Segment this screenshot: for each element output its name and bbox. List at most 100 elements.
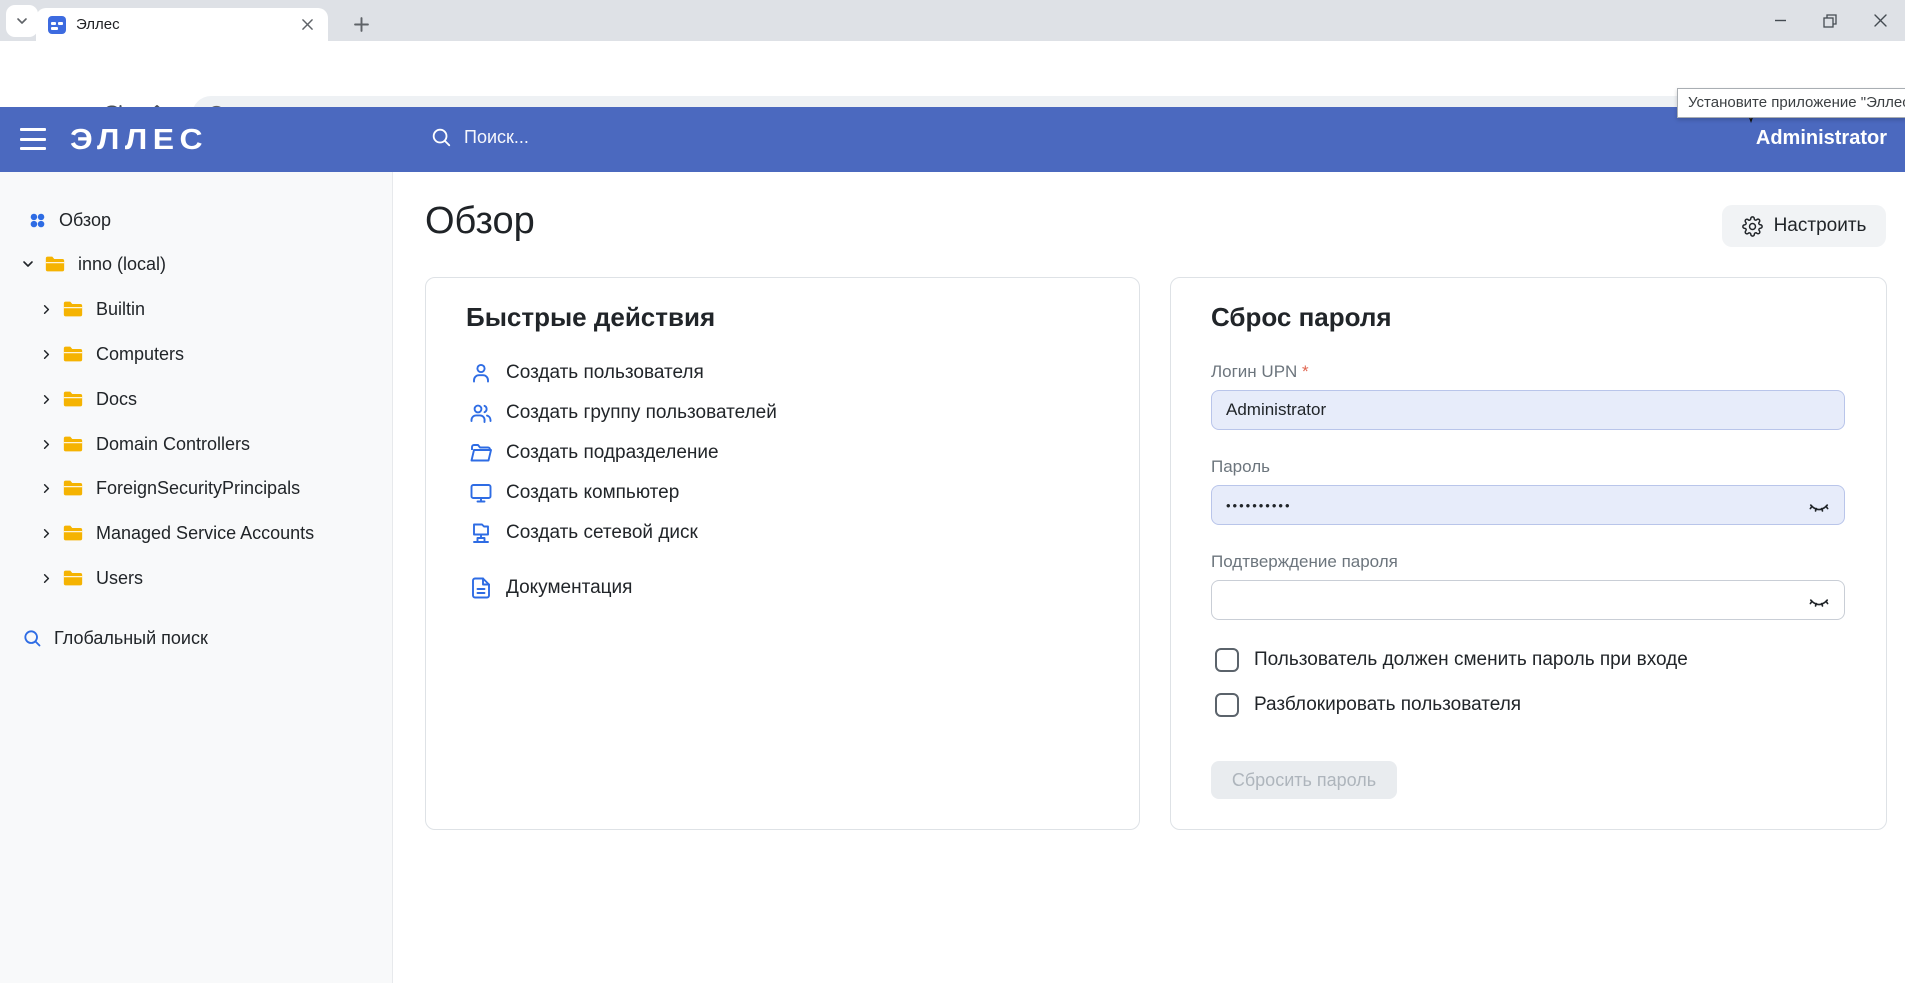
sidebar-item-label: Managed Service Accounts	[96, 523, 314, 544]
minimize-button[interactable]	[1755, 0, 1805, 41]
sidebar-item-global-search[interactable]: Глобальный поиск	[22, 616, 208, 660]
hamburger-menu-icon[interactable]	[20, 128, 46, 150]
quick-action-label: Создать подразделение	[506, 442, 719, 464]
sidebar-item-overview[interactable]: Обзор	[28, 198, 111, 242]
folder-icon	[62, 522, 84, 544]
checkbox-label: Разблокировать пользователя	[1254, 694, 1521, 716]
quick-action-create-group[interactable]: Создать группу пользователей	[469, 393, 777, 433]
quick-action-label: Создать пользователя	[506, 362, 704, 384]
user-icon	[469, 361, 493, 385]
configure-button-label: Настроить	[1774, 215, 1867, 237]
upn-label: Логин UPN *	[1211, 362, 1309, 382]
app-favicon	[48, 16, 66, 34]
chevron-right-icon[interactable]	[38, 346, 54, 362]
quick-action-label: Создать группу пользователей	[506, 402, 777, 424]
eye-closed-icon[interactable]	[1808, 495, 1830, 517]
chevron-right-icon[interactable]	[38, 301, 54, 317]
confirm-password-label: Подтверждение пароля	[1211, 552, 1398, 572]
folder-icon	[62, 343, 84, 365]
sidebar-item-users[interactable]: Users	[38, 556, 143, 600]
tab-close-icon[interactable]	[298, 16, 316, 34]
quick-actions-card: Быстрые действия Создать пользователя Со…	[425, 277, 1140, 830]
quick-actions-title: Быстрые действия	[466, 302, 715, 333]
chevron-right-icon[interactable]	[38, 480, 54, 496]
sidebar-item-docs[interactable]: Docs	[38, 377, 137, 421]
chevron-right-icon[interactable]	[38, 436, 54, 452]
tab-strip: Эллес	[0, 0, 1905, 41]
configure-button[interactable]: Настроить	[1722, 205, 1886, 247]
quick-action-label: Документация	[506, 577, 632, 599]
users-icon	[469, 401, 493, 425]
browser-toolbar: http://localhost:5173	[0, 41, 1905, 107]
quick-action-create-computer[interactable]: Создать компьютер	[469, 473, 679, 513]
restore-button[interactable]	[1805, 0, 1855, 41]
tab-title: Эллес	[76, 16, 298, 33]
chevron-down-icon[interactable]	[20, 256, 36, 272]
sidebar-item-builtin[interactable]: Builtin	[38, 287, 145, 331]
sidebar-item-domain-controllers[interactable]: Domain Controllers	[38, 422, 250, 466]
quick-action-label: Создать сетевой диск	[506, 522, 698, 544]
checkbox-row-change-password[interactable]: Пользователь должен сменить пароль при в…	[1215, 646, 1688, 674]
upn-input[interactable]: Administrator	[1211, 390, 1845, 430]
search-placeholder: Поиск...	[464, 127, 529, 148]
sidebar-item-managed-service-accounts[interactable]: Managed Service Accounts	[38, 511, 314, 555]
browser-tab[interactable]: Эллес	[36, 8, 328, 41]
sidebar-item-label: Computers	[96, 344, 184, 365]
chevron-right-icon[interactable]	[38, 525, 54, 541]
checkbox-label: Пользователь должен сменить пароль при в…	[1254, 649, 1688, 671]
app-logo: ЭЛЛЕС	[70, 124, 208, 157]
sidebar-item-label: Users	[96, 568, 143, 589]
reset-password-button[interactable]: Сбросить пароль	[1211, 761, 1397, 799]
sidebar-item-label: Docs	[96, 389, 137, 410]
network-drive-icon	[469, 521, 493, 545]
quick-action-documentation[interactable]: Документация	[469, 568, 632, 608]
password-input[interactable]: ••••••••••	[1211, 485, 1845, 525]
quick-action-label: Создать компьютер	[506, 482, 679, 504]
chevron-down-icon	[14, 13, 30, 29]
quick-action-create-network-drive[interactable]: Создать сетевой диск	[469, 513, 698, 553]
search-icon	[22, 628, 42, 648]
sidebar-item-label: Builtin	[96, 299, 145, 320]
unlock-user-checkbox[interactable]	[1215, 693, 1239, 717]
change-password-checkbox[interactable]	[1215, 648, 1239, 672]
page-title: Обзор	[425, 200, 535, 243]
eye-closed-icon[interactable]	[1808, 590, 1830, 612]
document-icon	[469, 576, 493, 600]
folder-icon	[44, 253, 66, 275]
password-reset-card: Сброс пароля Логин UPN * Administrator П…	[1170, 277, 1887, 830]
app-header: ЭЛЛЕС Поиск... Administrator	[0, 107, 1905, 172]
sidebar-item-label: Domain Controllers	[96, 434, 250, 455]
required-asterisk: *	[1302, 362, 1309, 381]
folder-icon	[62, 388, 84, 410]
tab-search-button[interactable]	[6, 5, 38, 37]
new-tab-button[interactable]	[346, 9, 376, 39]
folder-icon	[62, 567, 84, 589]
folder-icon	[62, 433, 84, 455]
gear-icon	[1742, 216, 1763, 237]
quick-action-create-ou[interactable]: Создать подразделение	[469, 433, 719, 473]
sidebar-item-foreign-security-principals[interactable]: ForeignSecurityPrincipals	[38, 466, 300, 510]
main-content: Обзор Настроить Быстрые действия Создать…	[394, 172, 1905, 983]
search-icon	[430, 126, 452, 148]
folder-icon	[62, 477, 84, 499]
sidebar-item-label: inno (local)	[78, 254, 166, 275]
header-search-input[interactable]: Поиск...	[430, 126, 529, 148]
window-controls	[1755, 0, 1905, 41]
folder-icon	[62, 298, 84, 320]
chevron-right-icon[interactable]	[38, 391, 54, 407]
sidebar-item-label: ForeignSecurityPrincipals	[96, 478, 300, 499]
checkbox-row-unlock-user[interactable]: Разблокировать пользователя	[1215, 691, 1521, 719]
confirm-password-input[interactable]	[1211, 580, 1845, 620]
current-user-label[interactable]: Administrator	[1756, 127, 1887, 150]
chevron-right-icon[interactable]	[38, 570, 54, 586]
monitor-icon	[469, 481, 493, 505]
password-reset-title: Сброс пароля	[1211, 302, 1392, 333]
sidebar-item-label: Обзор	[59, 210, 111, 231]
sidebar: Обзор inno (local) Builtin Computers Doc…	[0, 172, 393, 983]
password-label: Пароль	[1211, 457, 1270, 477]
quick-action-create-user[interactable]: Создать пользователя	[469, 353, 704, 393]
sidebar-item-computers[interactable]: Computers	[38, 332, 184, 376]
sidebar-item-domain-root[interactable]: inno (local)	[20, 242, 166, 286]
sidebar-item-label: Глобальный поиск	[54, 628, 208, 649]
close-window-button[interactable]	[1855, 0, 1905, 41]
